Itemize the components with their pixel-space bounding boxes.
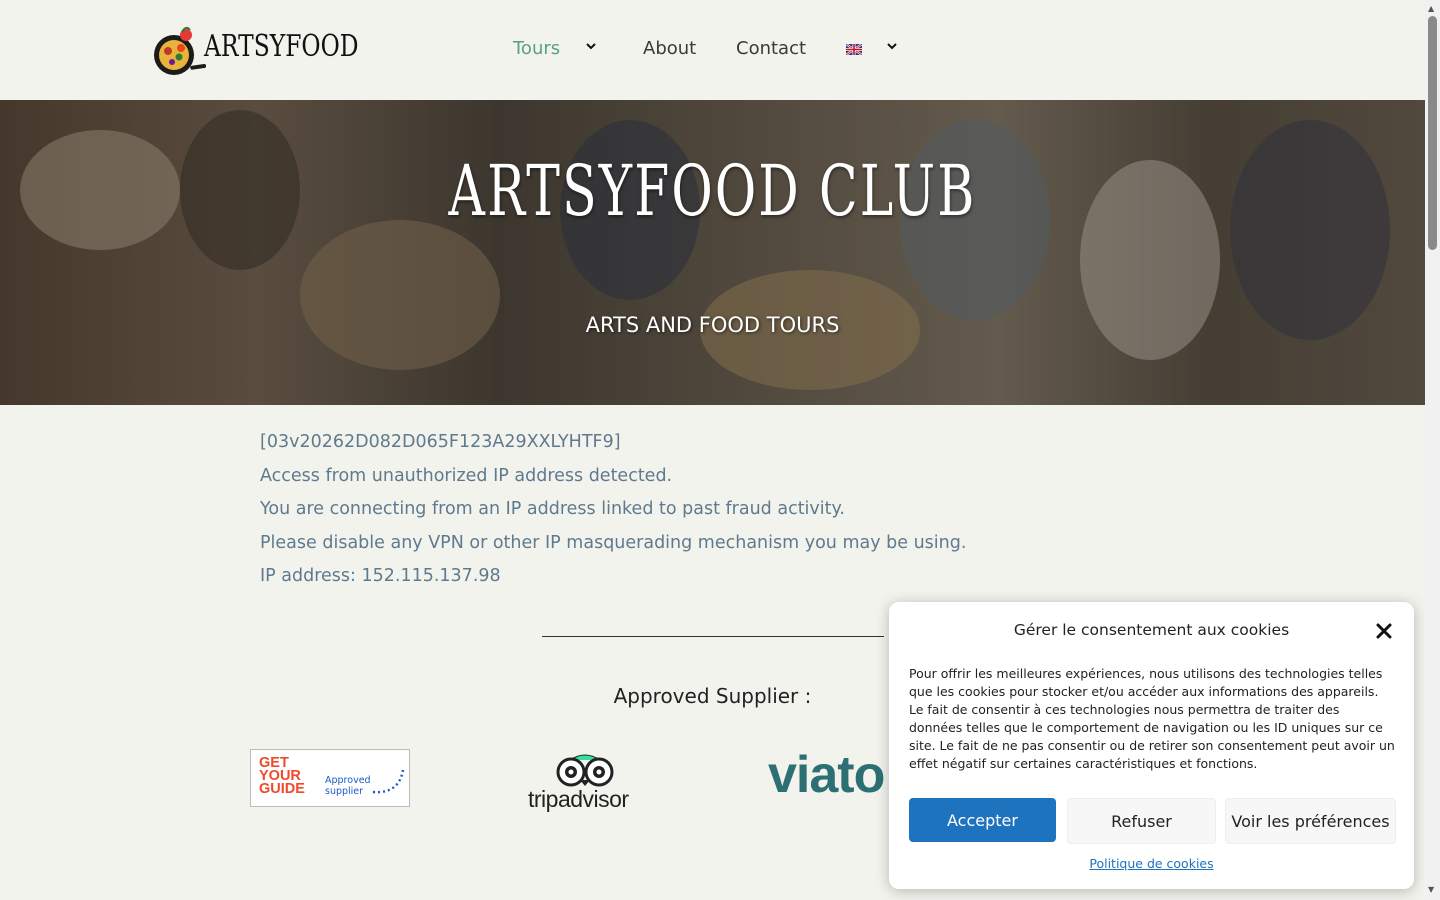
owl-icon [556,754,614,787]
cookie-description: Pour offrir les meilleures expériences, … [909,666,1395,771]
dotted-arc-icon [372,769,405,794]
language-chevron-down-icon[interactable] [886,40,898,55]
hero-title: ARTSYFOOD CLUB [448,150,977,232]
cookie-policy-link[interactable]: Politique de cookies [889,856,1414,871]
viator-logo[interactable]: viator [768,745,886,805]
scrollbar-thumb[interactable] [1428,16,1437,250]
refuse-cookies-button[interactable]: Refuser [1067,798,1216,844]
gyg-wordmark: GET YOUR GUIDE [259,755,305,797]
nav-item-tours[interactable]: Tours [513,38,560,59]
gyg-approved-label: Approved supplier [325,775,371,797]
logo-wordmark: ARTSYFOOD [204,29,359,64]
uk-flag-icon[interactable] [846,44,862,55]
message-line: You are connecting from an IP address li… [260,499,845,519]
ip-address-line: IP address: 152.115.137.98 [260,566,501,586]
page-scrollbar[interactable]: ▲ ▼ [1425,0,1440,900]
cookie-consent-dialog: Gérer le consentement aux cookies Pour o… [889,602,1414,889]
scroll-up-arrow-icon[interactable]: ▲ [1428,4,1434,13]
section-divider [542,636,884,637]
site-logo[interactable]: ARTSYFOOD [152,22,359,76]
hero-banner [0,100,1425,405]
chevron-down-icon[interactable] [585,40,597,55]
scroll-down-arrow-icon[interactable]: ▼ [1428,885,1434,894]
nav-item-contact[interactable]: Contact [736,38,806,59]
view-preferences-button[interactable]: Voir les préférences [1225,798,1396,844]
ip-block-message: [03v20262D082D065F123A29XXLYHTF9] Access… [260,430,966,598]
tripadvisor-logo[interactable]: tripadvisor [528,752,643,817]
hero-overlay [0,100,1425,405]
paella-pan-icon [154,26,207,75]
close-icon[interactable] [1373,620,1395,642]
error-code: [03v20262D082D065F123A29XXLYHTF9] [260,432,621,452]
site-header: ARTSYFOOD Tours About Contact [0,0,1425,100]
cookie-dialog-title: Gérer le consentement aux cookies [1013,621,1290,639]
hero-subtitle: ARTS AND FOOD TOURS [585,313,840,337]
accept-cookies-button[interactable]: Accepter [909,798,1056,842]
getyourguide-logo[interactable]: GET YOUR GUIDE Approved supplier [250,749,410,807]
tripadvisor-wordmark: tripadvisor [528,786,629,812]
message-line: Please disable any VPN or other IP masqu… [260,532,967,553]
nav-item-about[interactable]: About [643,38,696,59]
message-line: Access from unauthorized IP address dete… [260,465,673,486]
